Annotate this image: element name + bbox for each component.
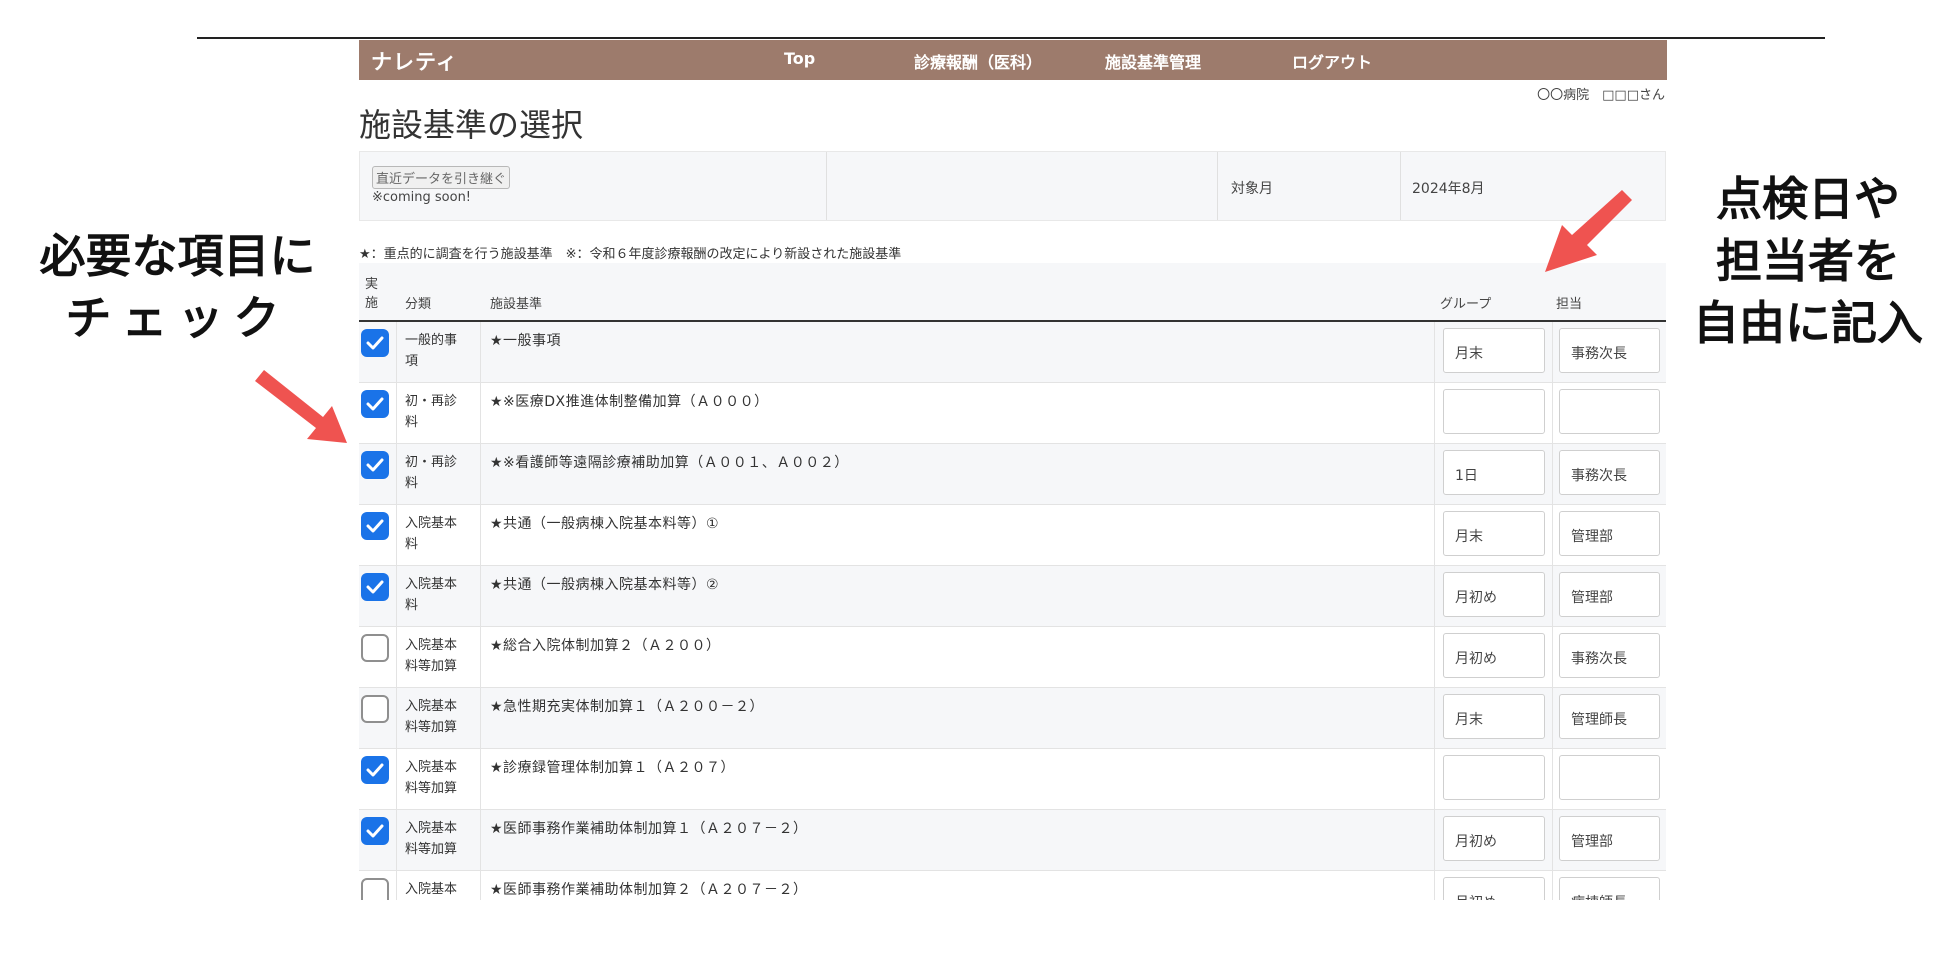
arrow-overlay [255, 190, 1632, 443]
left-arrow-icon [255, 370, 347, 443]
right-arrow-icon [1545, 190, 1632, 272]
